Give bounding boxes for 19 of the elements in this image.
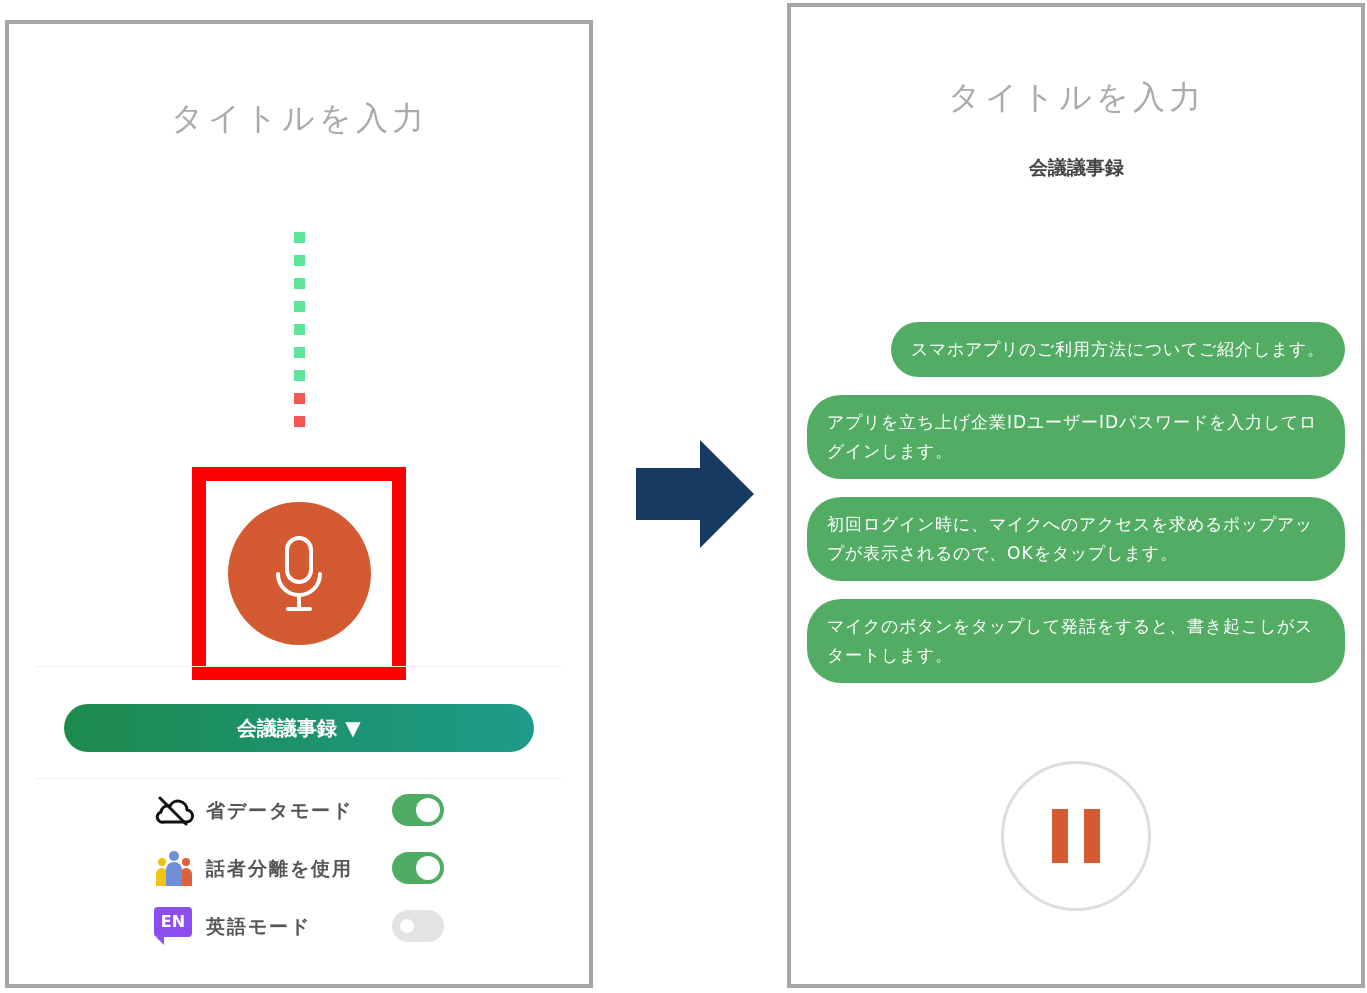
microphone-icon <box>274 533 324 614</box>
transcript-bubble: スマホアプリのご利用方法についてご紹介します。 <box>891 321 1345 377</box>
people-icon <box>154 850 194 886</box>
right-arrow-icon <box>636 440 754 548</box>
transcript-bubble: アプリを立ち上げ企業IDユーザーIDパスワードを入力してログインします。 <box>807 394 1345 479</box>
toggle-switch[interactable] <box>392 852 444 884</box>
setting-label: 話者分離を使用 <box>206 855 354 881</box>
transcript-bubble: 初回ログイン時に、マイクへのアクセスを求めるポップアップが表示されるので、OKをタップします。 <box>807 496 1345 581</box>
toggle-switch[interactable] <box>392 794 444 826</box>
setting-label: 省データモード <box>206 797 354 823</box>
toggle-switch[interactable] <box>392 910 444 942</box>
title-field[interactable]: タイトルを入力 <box>170 94 428 142</box>
setting-label: 英語モード <box>206 913 312 939</box>
pause-icon <box>1052 808 1100 863</box>
template-label: 会議議事録 <box>1028 155 1124 180</box>
transcript-bubble: マイクのボタンをタップして発話をすると、書き起こしがスタートします。 <box>807 598 1345 683</box>
template-dropdown[interactable]: 会議議事録 ▼ <box>64 704 534 752</box>
cloud-off-icon <box>154 794 194 826</box>
title-field[interactable]: タイトルを入力 <box>947 73 1205 121</box>
